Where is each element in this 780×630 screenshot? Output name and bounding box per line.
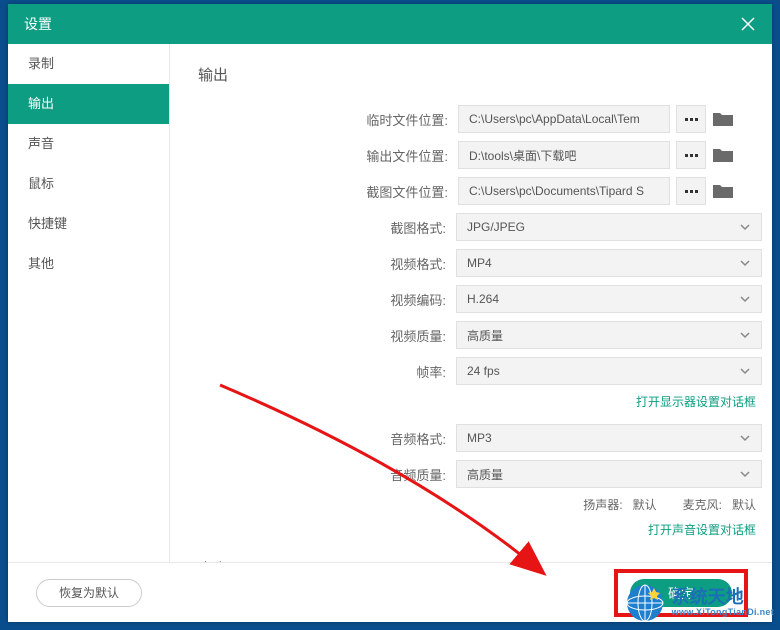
open-screenshot-folder-icon[interactable] [712,182,734,200]
row-screenshot-path: 截图文件位置 C:\Users\pc\Documents\Tipard S [198,177,762,205]
label-audio-format: 音频格式 [198,429,456,448]
chevron-down-icon [739,257,751,269]
label-speaker: 扬声器 [583,496,622,513]
row-video-format: 视频格式 MP4 [198,249,762,277]
reset-button[interactable]: 恢复为默认 [36,579,142,607]
row-video-codec: 视频编码 H.264 [198,285,762,313]
section-title-sound: 声音 [198,558,762,562]
browse-screenshot-button[interactable] [676,177,706,205]
chevron-down-icon [739,329,751,341]
browse-temp-button[interactable] [676,105,706,133]
sidebar-item-mouse[interactable]: 鼠标 [8,164,169,204]
select-fps[interactable]: 24 fps [456,357,762,385]
device-row: 扬声器 默认 麦克风 默认 [198,496,762,513]
value-mic: 默认 [732,496,756,513]
chevron-down-icon [739,468,751,480]
select-audio-format[interactable]: MP3 [456,424,762,452]
label-output-path: 输出文件位置 [198,146,458,165]
chevron-down-icon [739,432,751,444]
chevron-down-icon [739,221,751,233]
label-video-quality: 视频质量 [198,326,456,345]
label-audio-quality: 音频质量 [198,465,456,484]
sidebar-item-record[interactable]: 录制 [8,44,169,84]
watermark-url: www.XiTongTianDi.net [672,608,774,618]
label-temp-path: 临时文件位置 [198,110,458,129]
watermark: 系统天地 www.XiTongTianDi.net [624,582,774,624]
row-fps: 帧率 24 fps [198,357,762,385]
sidebar-item-other[interactable]: 其他 [8,244,169,284]
select-audio-quality[interactable]: 高质量 [456,460,762,488]
window-title: 设置 [24,14,52,34]
sidebar: 录制 输出 声音 鼠标 快捷键 其他 [8,44,170,562]
input-output-path[interactable]: D:\tools\桌面\下载吧 [458,141,670,169]
label-screenshot-path: 截图文件位置 [198,182,458,201]
browse-output-button[interactable] [676,141,706,169]
select-screenshot-format[interactable]: JPG/JPEG [456,213,762,241]
select-video-codec[interactable]: H.264 [456,285,762,313]
label-video-format: 视频格式 [198,254,456,273]
row-video-quality: 视频质量 高质量 [198,321,762,349]
label-video-codec: 视频编码 [198,290,456,309]
link-display-settings[interactable]: 打开显示器设置对话框 [198,393,762,410]
select-video-format[interactable]: MP4 [456,249,762,277]
watermark-brand: 系统天地 [672,588,774,608]
open-output-folder-icon[interactable] [712,146,734,164]
label-screenshot-format: 截图格式 [198,218,456,237]
close-icon[interactable] [740,16,756,32]
input-temp-path[interactable]: C:\Users\pc\AppData\Local\Tem [458,105,670,133]
sidebar-item-sound[interactable]: 声音 [8,124,169,164]
select-video-quality[interactable]: 高质量 [456,321,762,349]
value-speaker: 默认 [633,496,657,513]
chevron-down-icon [739,293,751,305]
label-mic: 麦克风 [683,496,722,513]
section-title-output: 输出 [198,64,762,85]
link-sound-settings[interactable]: 打开声音设置对话框 [198,521,762,538]
sidebar-item-output[interactable]: 输出 [8,84,169,124]
sidebar-item-hotkey[interactable]: 快捷键 [8,204,169,244]
globe-icon [624,582,666,624]
chevron-down-icon [739,365,751,377]
titlebar: 设置 [8,4,772,44]
settings-window: 设置 录制 输出 声音 鼠标 快捷键 其他 输出 临时文件位置 C:\Users… [8,4,772,622]
label-fps: 帧率 [198,362,456,381]
row-audio-quality: 音频质量 高质量 [198,460,762,488]
row-screenshot-format: 截图格式 JPG/JPEG [198,213,762,241]
row-temp-path: 临时文件位置 C:\Users\pc\AppData\Local\Tem [198,105,762,133]
row-audio-format: 音频格式 MP3 [198,424,762,452]
open-temp-folder-icon[interactable] [712,110,734,128]
input-screenshot-path[interactable]: C:\Users\pc\Documents\Tipard S [458,177,670,205]
window-body: 录制 输出 声音 鼠标 快捷键 其他 输出 临时文件位置 C:\Users\pc… [8,44,772,562]
content-output: 输出 临时文件位置 C:\Users\pc\AppData\Local\Tem … [170,44,772,562]
row-output-path: 输出文件位置 D:\tools\桌面\下载吧 [198,141,762,169]
